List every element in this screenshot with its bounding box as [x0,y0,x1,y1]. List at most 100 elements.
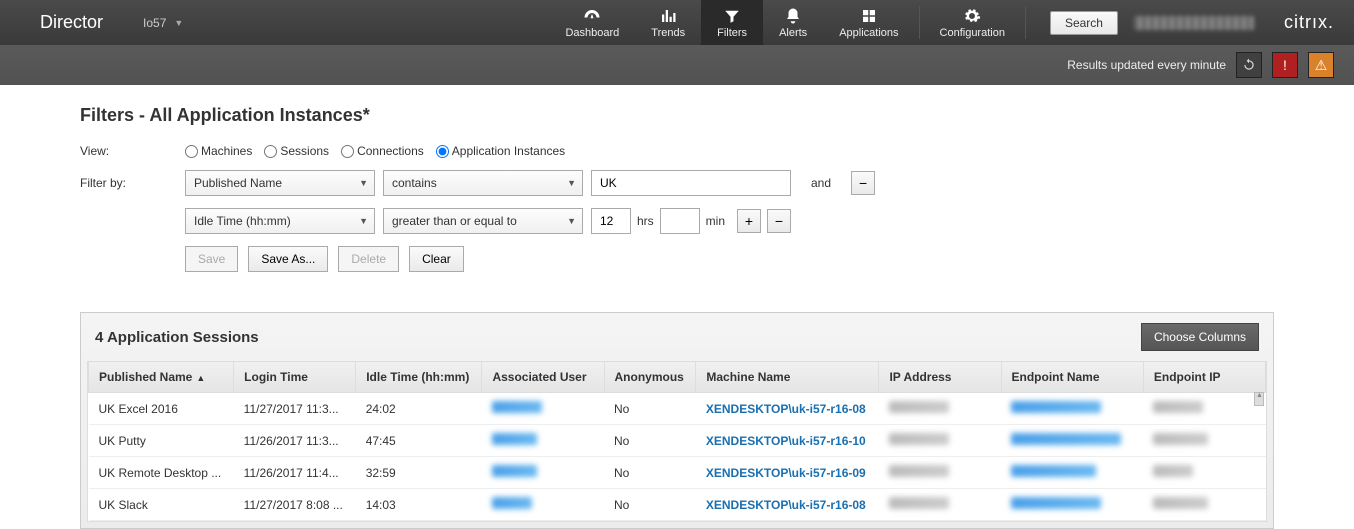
remove-filter-button[interactable]: − [851,171,875,195]
cell-idle-time: 14:03 [356,489,482,521]
workspace-selector[interactable]: Io57 ▼ [143,16,183,30]
table-row[interactable]: UK Putty 11/26/2017 11:3... 47:45 No XEN… [89,425,1266,457]
panel-header: 4 Application Sessions Choose Columns [81,313,1273,361]
cell-ip [879,425,1001,457]
filter-field-select[interactable]: Published Name [185,170,375,196]
cell-anonymous: No [604,425,696,457]
top-bar: Director Io57 ▼ Dashboard Trends Filters [0,0,1354,45]
cell-assoc-user[interactable] [482,489,604,521]
delete-button: Delete [338,246,399,272]
refresh-button[interactable] [1236,52,1262,78]
col-endpoint-name[interactable]: Endpoint Name [1001,362,1143,393]
table-row[interactable]: UK Slack 11/27/2017 8:08 ... 14:03 No XE… [89,489,1266,521]
panel-title: 4 Application Sessions [95,329,259,346]
filter-icon [723,7,741,25]
cell-endpoint-ip [1143,393,1265,425]
filter-hrs-input[interactable] [591,208,631,234]
cell-machine-name[interactable]: XENDESKTOP\uk-i57-r16-08 [696,489,879,521]
cell-machine-name[interactable]: XENDESKTOP\uk-i57-r16-10 [696,425,879,457]
remove-filter-button[interactable]: − [767,209,791,233]
filter-row-1: Filter by: Published Name contains and − [80,170,1274,196]
results-table: Published Name▲ Login Time Idle Time (hh… [88,362,1266,521]
search-button[interactable]: Search [1050,11,1118,35]
nav-separator [1025,6,1026,39]
filter-by-label: Filter by: [80,176,185,190]
col-assoc-user[interactable]: Associated User [482,362,604,393]
min-label: min [706,214,725,228]
cell-assoc-user[interactable] [482,457,604,489]
clear-button[interactable]: Clear [409,246,464,272]
table-row[interactable]: UK Excel 2016 11/27/2017 11:3... 24:02 N… [89,393,1266,425]
sort-asc-icon: ▲ [196,373,205,383]
cell-endpoint-ip [1143,457,1265,489]
cell-endpoint-name[interactable] [1001,425,1143,457]
cell-anonymous: No [604,457,696,489]
cell-ip [879,457,1001,489]
col-login-time[interactable]: Login Time [234,362,356,393]
filter-field-select[interactable]: Idle Time (hh:mm) [185,208,375,234]
cell-idle-time: 24:02 [356,393,482,425]
col-endpoint-ip[interactable]: Endpoint IP [1143,362,1265,393]
filter-actions: Save Save As... Delete Clear [185,246,1274,272]
cell-assoc-user[interactable] [482,425,604,457]
col-anonymous[interactable]: Anonymous [604,362,696,393]
nav-alerts[interactable]: Alerts [763,0,823,45]
radio-machines[interactable]: Machines [185,144,252,158]
save-as-button[interactable]: Save As... [248,246,328,272]
col-ip-address[interactable]: IP Address [879,362,1001,393]
cell-login-time: 11/27/2017 8:08 ... [234,489,356,521]
cell-anonymous: No [604,489,696,521]
cell-idle-time: 47:45 [356,425,482,457]
col-published-name[interactable]: Published Name▲ [89,362,234,393]
nav-configuration[interactable]: Configuration [924,0,1021,45]
hrs-label: hrs [637,214,654,228]
cell-idle-time: 32:59 [356,457,482,489]
cell-login-time: 11/26/2017 11:4... [234,457,356,489]
page-title: Filters - All Application Instances* [80,105,1274,126]
nav-label: Applications [839,27,898,39]
cell-login-time: 11/26/2017 11:3... [234,425,356,457]
cell-ip [879,393,1001,425]
results-table-wrap: Published Name▲ Login Time Idle Time (hh… [87,361,1267,522]
filter-op-select[interactable]: greater than or equal to [383,208,583,234]
add-filter-button[interactable]: + [737,209,761,233]
update-status: Results updated every minute [1067,58,1226,72]
critical-alert-button[interactable]: ! [1272,52,1298,78]
radio-connections[interactable]: Connections [341,144,424,158]
table-row[interactable]: UK Remote Desktop ... 11/26/2017 11:4...… [89,457,1266,489]
cell-machine-name[interactable]: XENDESKTOP\uk-i57-r16-08 [696,393,879,425]
nav-label: Configuration [940,27,1005,39]
nav-applications[interactable]: Applications [823,0,914,45]
cell-endpoint-name[interactable] [1001,393,1143,425]
filter-min-input[interactable] [660,208,700,234]
cell-assoc-user[interactable] [482,393,604,425]
col-idle-time[interactable]: Idle Time (hh:mm) [356,362,482,393]
scroll-up-indicator[interactable] [1254,392,1264,406]
filter-row-2: Idle Time (hh:mm) greater than or equal … [80,208,1274,234]
warning-alert-button[interactable]: ⚠ [1308,52,1334,78]
nav-filters[interactable]: Filters [701,0,763,45]
main-nav: Dashboard Trends Filters Alerts Applicat… [549,0,1030,45]
radio-sessions[interactable]: Sessions [264,144,329,158]
chevron-down-icon: ▼ [174,18,183,28]
col-machine-name[interactable]: Machine Name [696,362,879,393]
cell-endpoint-name[interactable] [1001,457,1143,489]
chart-icon [659,7,677,25]
cell-machine-name[interactable]: XENDESKTOP\uk-i57-r16-09 [696,457,879,489]
cell-published-name: UK Putty [89,425,234,457]
cell-published-name: UK Remote Desktop ... [89,457,234,489]
table-header-row: Published Name▲ Login Time Idle Time (hh… [89,362,1266,393]
gauge-icon [583,7,601,25]
choose-columns-button[interactable]: Choose Columns [1141,323,1259,351]
grid-icon [860,7,878,25]
cell-endpoint-name[interactable] [1001,489,1143,521]
nav-separator [919,6,920,39]
bell-icon [784,7,802,25]
filter-op-select[interactable]: contains [383,170,583,196]
radio-app-instances[interactable]: Application Instances [436,144,565,158]
nav-dashboard[interactable]: Dashboard [549,0,635,45]
nav-trends[interactable]: Trends [635,0,701,45]
table-body: UK Excel 2016 11/27/2017 11:3... 24:02 N… [89,393,1266,521]
cell-endpoint-ip [1143,425,1265,457]
filter-value-input[interactable] [591,170,791,196]
